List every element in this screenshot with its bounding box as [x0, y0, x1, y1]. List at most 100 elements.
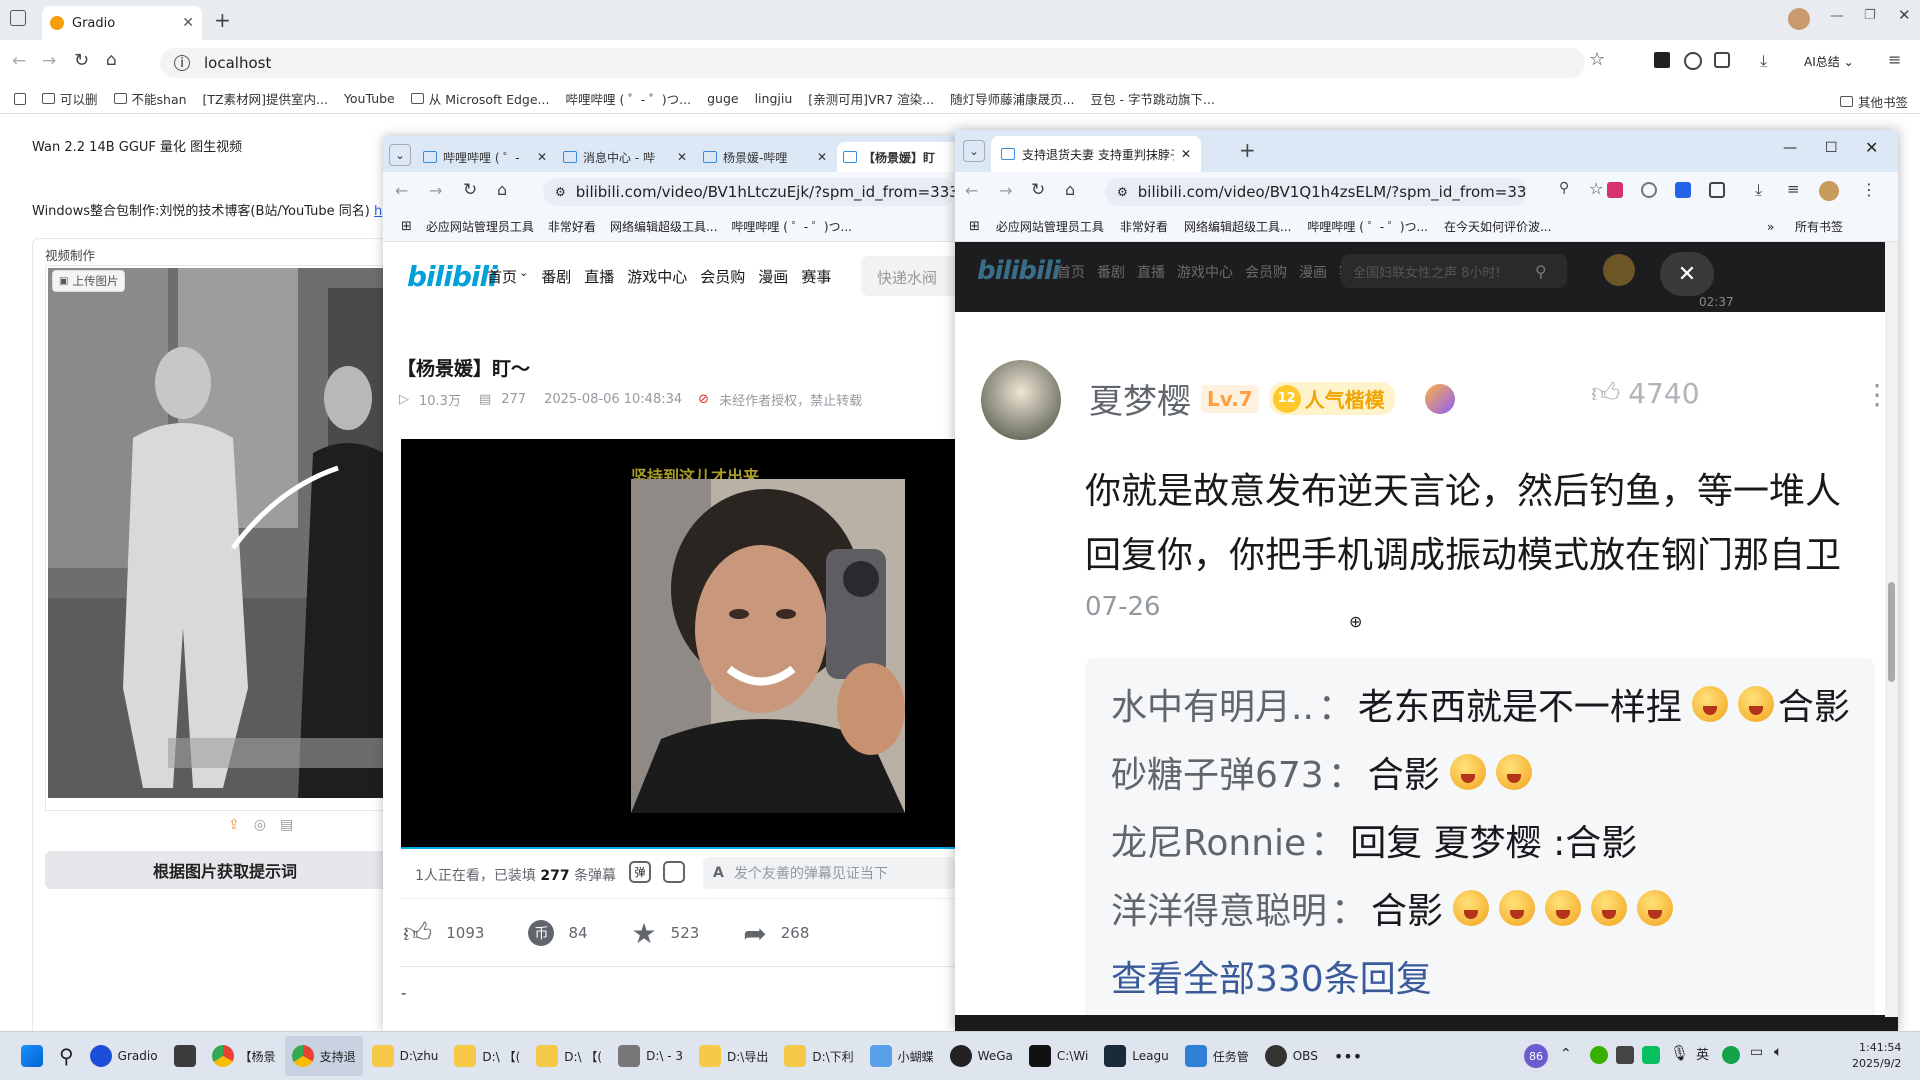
scrollbar-thumb[interactable] — [1888, 582, 1895, 682]
clipboard-icon[interactable]: ▤ — [280, 817, 293, 833]
bookmark-item[interactable]: 哔哩哔哩 ( ゜- ゜)つ... — [731, 218, 852, 235]
site-info-icon[interactable]: ⚙ — [555, 185, 566, 199]
bookmark-item[interactable]: 哔哩哔哩 ( ゜- ゜)つ... — [565, 89, 691, 108]
nav-esports[interactable]: 赛事 — [801, 266, 831, 287]
info-icon[interactable]: i — [174, 55, 190, 71]
back-icon[interactable]: ← — [965, 181, 978, 200]
bookmark-item[interactable]: 随灯导师藤浦康晟页... — [950, 89, 1074, 108]
forward-icon[interactable]: → — [999, 181, 1012, 200]
forward-icon[interactable]: → — [42, 51, 56, 71]
tray-chevron-icon[interactable]: ⌃ — [1560, 1046, 1572, 1062]
bookmark-item[interactable]: YouTube — [344, 91, 395, 106]
reply-username[interactable]: 水中有明月.. — [1111, 678, 1314, 730]
collections-icon[interactable] — [1654, 52, 1670, 68]
close-tab-icon[interactable]: ✕ — [817, 150, 827, 164]
tab-gradio[interactable]: Gradio ✕ — [42, 6, 202, 40]
taskbar-app[interactable] — [167, 1036, 203, 1076]
menu-icon[interactable]: ≡ — [1888, 50, 1901, 69]
taskbar-app[interactable]: C:\Wi — [1022, 1036, 1095, 1076]
bookmark-item[interactable]: 必应网站管理员工具 — [426, 218, 534, 235]
restore-icon[interactable]: ❐ — [1864, 8, 1876, 23]
taskbar-app[interactable]: 小蝴蝶 — [863, 1036, 941, 1076]
tab-list-icon[interactable]: ⌄ — [389, 144, 411, 166]
share-icon[interactable]: ➦ — [743, 917, 766, 950]
network-icon[interactable]: ▭ — [1750, 1044, 1763, 1060]
user-avatar[interactable] — [1603, 254, 1635, 286]
nav-mall[interactable]: 会员购 — [700, 266, 745, 287]
taskbar-app[interactable]: D:\ - 3 — [611, 1036, 690, 1076]
taskbar-app[interactable]: 任务管 — [1178, 1036, 1256, 1076]
bili-search-input[interactable]: 快递水阀 — [861, 256, 955, 296]
search-icon[interactable]: ⚲ — [1535, 262, 1547, 281]
view-all-replies-link[interactable]: 查看全部330条回复 — [1111, 950, 1432, 1002]
nav-anime[interactable]: 番剧 — [541, 266, 571, 287]
new-tab-icon[interactable]: + — [214, 8, 231, 32]
nav-live[interactable]: 直播 — [1137, 262, 1165, 282]
video-address-bar[interactable]: ⚙ bilibili.com/video/BV1hLtczuEjk/?spm_i… — [543, 178, 955, 206]
close-window-icon[interactable]: ✕ — [1865, 138, 1878, 157]
more-bookmarks-icon[interactable]: » — [1767, 220, 1774, 234]
home-icon[interactable]: ⌂ — [106, 50, 117, 70]
media-icon[interactable]: ≡ — [1787, 180, 1800, 198]
bookmark-item[interactable]: 网络编辑超级工具... — [1184, 218, 1291, 235]
bookmark-item[interactable]: 网络编辑超级工具... — [610, 218, 717, 235]
profile-avatar[interactable] — [1788, 8, 1810, 30]
site-info-icon[interactable]: ⚙ — [1117, 185, 1128, 199]
tray-app-icon[interactable] — [1590, 1046, 1608, 1064]
reply-username[interactable]: 砂糖子弹673 — [1111, 746, 1324, 798]
forward-icon[interactable]: → — [429, 181, 442, 200]
nav-games[interactable]: 游戏中心 — [627, 266, 687, 287]
tray-app-icon[interactable] — [1722, 1046, 1740, 1064]
taskbar-app[interactable]: OBS — [1258, 1036, 1325, 1076]
taskbar-app[interactable]: WeGa — [943, 1036, 1020, 1076]
more-apps-icon[interactable]: ••• — [1327, 1036, 1369, 1076]
taskbar-app[interactable]: Gradio — [83, 1036, 165, 1076]
extension-icon[interactable] — [1607, 182, 1623, 198]
favorite-icon[interactable]: ★ — [632, 917, 657, 950]
copilot-icon[interactable] — [1684, 52, 1702, 70]
taskbar-app[interactable]: D:\zhu — [365, 1036, 446, 1076]
notification-badge[interactable]: 86 — [1524, 1044, 1548, 1068]
scrollbar[interactable] — [1885, 242, 1898, 1017]
reload-icon[interactable]: ↻ — [1031, 180, 1045, 200]
extension-icon[interactable] — [1675, 182, 1691, 198]
close-tab-icon[interactable]: ✕ — [677, 150, 687, 164]
bookmark-item[interactable]: 豆包 - 字节跳动旗下... — [1091, 89, 1215, 108]
bookmark-item[interactable]: 从 Microsoft Edge... — [410, 89, 549, 108]
profile-avatar[interactable] — [1819, 181, 1839, 201]
start-button[interactable] — [14, 1036, 50, 1076]
bilibili-logo[interactable]: bilibili — [407, 260, 498, 293]
volume-icon[interactable]: 🔈︎ — [1774, 1044, 1782, 1060]
danmaku-input[interactable]: A 发个友善的弹幕见证当下 — [703, 857, 955, 889]
minimize-icon[interactable]: — — [1783, 140, 1797, 156]
workspaces-icon[interactable] — [10, 10, 26, 26]
comment-like[interactable]: 👍︎ 4740 — [1591, 376, 1700, 410]
upload-icon[interactable]: ⇪ — [228, 817, 240, 833]
bookmark-item[interactable]: [亲测可用]VR7 渲染... — [808, 89, 934, 108]
new-tab-icon[interactable]: + — [1239, 138, 1256, 162]
bookmark-item[interactable]: 非常好看 — [548, 218, 596, 235]
reload-icon[interactable]: ↻ — [74, 50, 89, 71]
minimize-icon[interactable]: — — [1830, 8, 1844, 24]
taskbar-app[interactable]: Leagu — [1097, 1036, 1175, 1076]
bookmark-item[interactable]: 非常好看 — [1120, 218, 1168, 235]
bookmark-item[interactable]: 不能shan — [113, 89, 187, 108]
nav-games[interactable]: 游戏中心 — [1177, 262, 1233, 282]
bookmark-app-icon[interactable] — [14, 92, 26, 105]
reload-icon[interactable]: ↻ — [463, 180, 477, 200]
webcam-icon[interactable]: ◎ — [254, 817, 266, 833]
bookmark-item[interactable]: [TZ素材网]提供室内... — [203, 89, 328, 108]
nav-mall[interactable]: 会员购 — [1245, 262, 1287, 282]
close-tab-icon[interactable]: ✕ — [182, 15, 194, 31]
apps-icon[interactable]: ⊞ — [401, 219, 412, 234]
reply-username[interactable]: 龙尼Ronnie — [1111, 814, 1306, 866]
ai-summary-button[interactable]: AI总结 ⌄ — [1804, 53, 1854, 70]
video-player[interactable]: 坚持到这儿才出来 — [401, 439, 955, 849]
comment-address-bar[interactable]: ⚙ bilibili.com/video/BV1Q1h4zsELM/?spm_i… — [1105, 178, 1527, 206]
wechat-icon[interactable] — [1642, 1046, 1660, 1064]
bili-search-input[interactable]: 全国妇联女性之声 8小时! — [1341, 254, 1567, 288]
back-icon[interactable]: ← — [395, 181, 408, 200]
search-button[interactable]: ⚲ — [52, 1036, 81, 1076]
home-icon[interactable]: ⌂ — [1065, 180, 1075, 199]
coin-icon[interactable]: 币 — [528, 920, 555, 946]
